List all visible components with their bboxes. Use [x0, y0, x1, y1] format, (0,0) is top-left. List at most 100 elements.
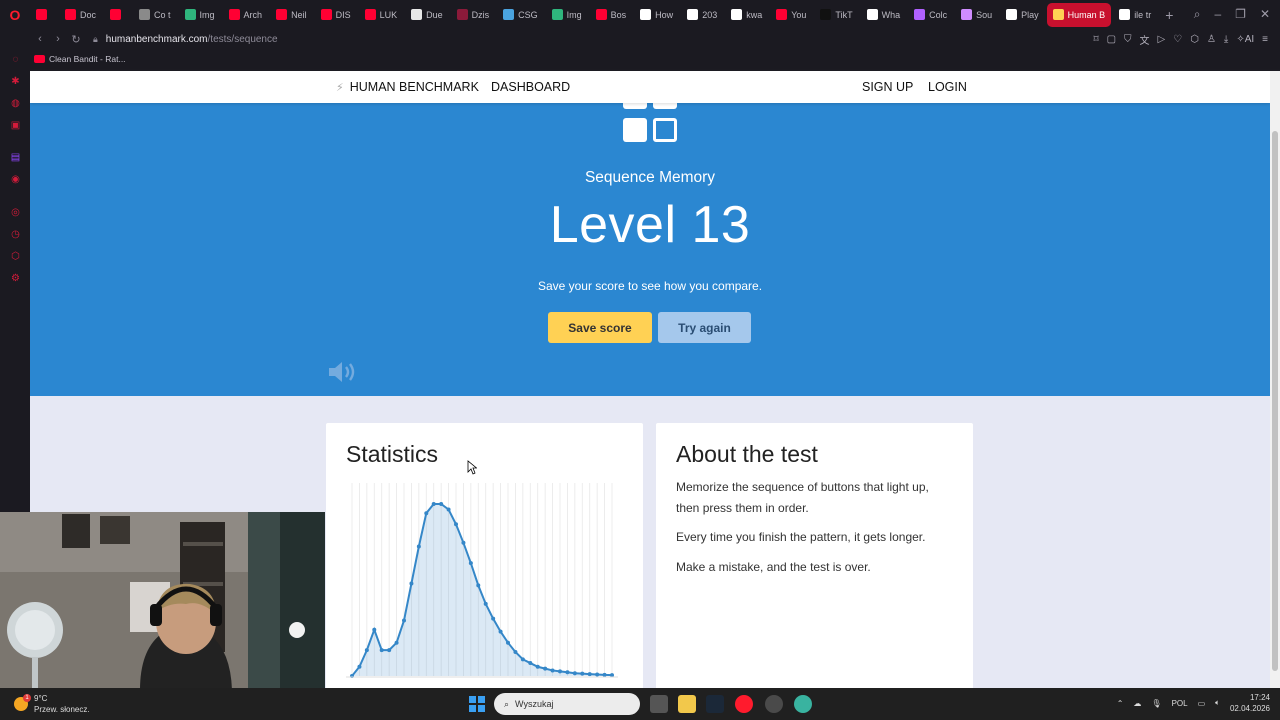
tab-active[interactable]: Human B [1046, 2, 1112, 27]
browser-tab[interactable]: LUK [359, 3, 404, 27]
search-tabs-icon[interactable]: ⌕ [1194, 7, 1201, 22]
twitch-icon[interactable]: ▤ [10, 152, 21, 163]
browser-tab[interactable]: Arch [223, 3, 269, 27]
tab-label: Img [566, 9, 582, 20]
new-tab-plus-icon[interactable]: + [1157, 7, 1181, 23]
tray-chevron-icon[interactable]: ⌃ [1117, 699, 1124, 708]
mail-icon[interactable]: ▣ [10, 120, 21, 131]
extensions-icon[interactable]: ⬡ [1190, 34, 1199, 45]
settings-gear-icon[interactable]: ⚙ [10, 273, 21, 284]
browser-tab[interactable]: Play [1000, 3, 1045, 27]
tab-label: Due [426, 9, 443, 20]
chart-point [587, 672, 592, 677]
reload-icon[interactable]: ↻ [67, 33, 85, 46]
scrollbar-thumb[interactable] [1272, 131, 1278, 671]
maximize-icon[interactable]: ❐ [1235, 7, 1246, 22]
taskbar-app-icon[interactable] [765, 695, 783, 713]
browser-tab[interactable]: Sou [955, 3, 998, 27]
player-icon[interactable]: ◎ [10, 207, 21, 218]
weather-widget[interactable]: 1 9°C Przew. słonecz. [14, 693, 90, 715]
save-score-button[interactable]: Save score [548, 312, 652, 343]
browser-tab[interactable]: You [770, 3, 812, 27]
menu-icon[interactable]: ≡ [1262, 34, 1268, 45]
browser-tab[interactable]: kwa [725, 3, 768, 27]
tab-favicon-icon [1006, 9, 1018, 20]
chart-point [535, 664, 540, 669]
browser-tab[interactable]: How [634, 3, 679, 27]
chart-point [476, 583, 481, 588]
close-window-icon[interactable]: ✕ [1260, 7, 1270, 22]
tray-app-icon[interactable]: ☁ [1133, 699, 1141, 708]
brand-link[interactable]: ⚡︎ HUMAN BENCHMARK [336, 80, 479, 94]
chart-point [372, 627, 377, 632]
windows-start-icon[interactable] [469, 696, 485, 712]
tab-label: Bos [610, 9, 627, 20]
browser-tab[interactable]: Dzis [451, 3, 496, 27]
opera-taskbar-icon[interactable] [735, 695, 753, 713]
heart-icon[interactable]: ♡ [1173, 34, 1182, 45]
sidebar-app-icon[interactable]: ◉ [10, 174, 21, 185]
try-again-button[interactable]: Try again [658, 312, 751, 343]
clock[interactable]: 17:24 02.04.2026 [1230, 692, 1270, 714]
opera-logo-icon[interactable]: O [0, 0, 30, 29]
extensions-sidebar-icon[interactable]: ⬡ [10, 251, 21, 262]
browser-tab[interactable]: Colc [908, 3, 953, 27]
tab-strip: Doc Co t Img Arch Neil DIS LUK Due Dzis CSG Img Bos… [30, 2, 1157, 27]
history-icon[interactable]: ◷ [10, 229, 21, 240]
browser-tab[interactable] [104, 3, 131, 27]
tab-label: Co t [154, 9, 171, 20]
snapshot-icon[interactable]: ▢ [1107, 34, 1116, 45]
translate-icon[interactable]: 文 [1140, 32, 1150, 47]
ai-icon[interactable]: ✧AI [1236, 34, 1254, 45]
browser-tab[interactable]: Wha [861, 3, 907, 27]
hero-banner: Sequence Memory Level 13 Save your score… [30, 89, 1270, 396]
bookmark-icon[interactable]: ⌑ [1093, 34, 1098, 45]
page-scrollbar[interactable] [1270, 71, 1280, 688]
steam-icon[interactable] [706, 695, 724, 713]
browser-tab[interactable] [30, 3, 57, 27]
browser-tab[interactable]: Co t [133, 3, 177, 27]
taskbar-search[interactable]: ⌕ Wyszukaj [494, 693, 640, 715]
browser-tab[interactable]: Img [179, 3, 221, 27]
chart-point [572, 671, 577, 676]
score-distribution-chart [346, 483, 618, 678]
browser-tab[interactable]: Neil [270, 3, 313, 27]
browser-tab[interactable]: Doc [59, 3, 102, 27]
bookmark-item[interactable]: Clean Bandit - Rat... [49, 54, 126, 64]
search-placeholder: Wyszukaj [515, 699, 554, 709]
forward-arrow-icon[interactable]: › [49, 33, 67, 45]
play-icon[interactable]: ▷ [1158, 34, 1166, 45]
browser-tab[interactable]: Bos [590, 3, 633, 27]
browser-tab[interactable]: Due [405, 3, 449, 27]
login-link[interactable]: LOGIN [928, 80, 967, 94]
url-field[interactable]: 🔒︎ humanbenchmark.com /tests/sequence [93, 34, 278, 45]
microphone-icon[interactable]: 🎙︎ [1151, 699, 1161, 708]
task-view-icon[interactable] [650, 695, 668, 713]
taskbar-app-icon[interactable] [794, 695, 812, 713]
signup-link[interactable]: SIGN UP [862, 80, 913, 94]
volume-icon[interactable] [327, 360, 359, 384]
browser-tab[interactable]: CSG [497, 3, 544, 27]
dashboard-link[interactable]: DASHBOARD [491, 80, 570, 94]
network-icon[interactable]: ▭ [1198, 699, 1206, 708]
download-icon[interactable]: ⤓ [1224, 34, 1228, 45]
aria-icon[interactable]: ◌ [10, 54, 21, 65]
sidebar-app-icon[interactable]: ✱ [10, 76, 21, 87]
test-name: Sequence Memory [584, 169, 716, 186]
shield-icon[interactable]: ⛉ [1124, 34, 1132, 45]
account-icon[interactable]: ♙ [1207, 34, 1216, 45]
language-indicator[interactable]: POL [1172, 699, 1188, 708]
browser-tab[interactable]: TikT [814, 3, 858, 27]
browser-tab[interactable]: DIS [315, 3, 357, 27]
volume-tray-icon[interactable]: 🔈︎ [1215, 698, 1220, 708]
tab-bar: O Doc Co t Img Arch Neil DIS LUK Due Dzis CSG Img B… [0, 0, 1280, 29]
file-explorer-icon[interactable] [678, 695, 696, 713]
back-arrow-icon[interactable]: ‹ [31, 33, 49, 45]
browser-tab[interactable]: 203 [681, 3, 723, 27]
messenger-icon[interactable]: ◍ [10, 98, 21, 109]
minimize-icon[interactable]: – [1214, 7, 1221, 22]
chart-point [446, 507, 451, 512]
browser-tab[interactable]: ile tr [1113, 3, 1157, 27]
browser-tab[interactable]: Img [546, 3, 588, 27]
windows-taskbar: 1 9°C Przew. słonecz. ⌕ Wyszukaj ⌃ ☁ 🎙︎ … [0, 688, 1280, 720]
